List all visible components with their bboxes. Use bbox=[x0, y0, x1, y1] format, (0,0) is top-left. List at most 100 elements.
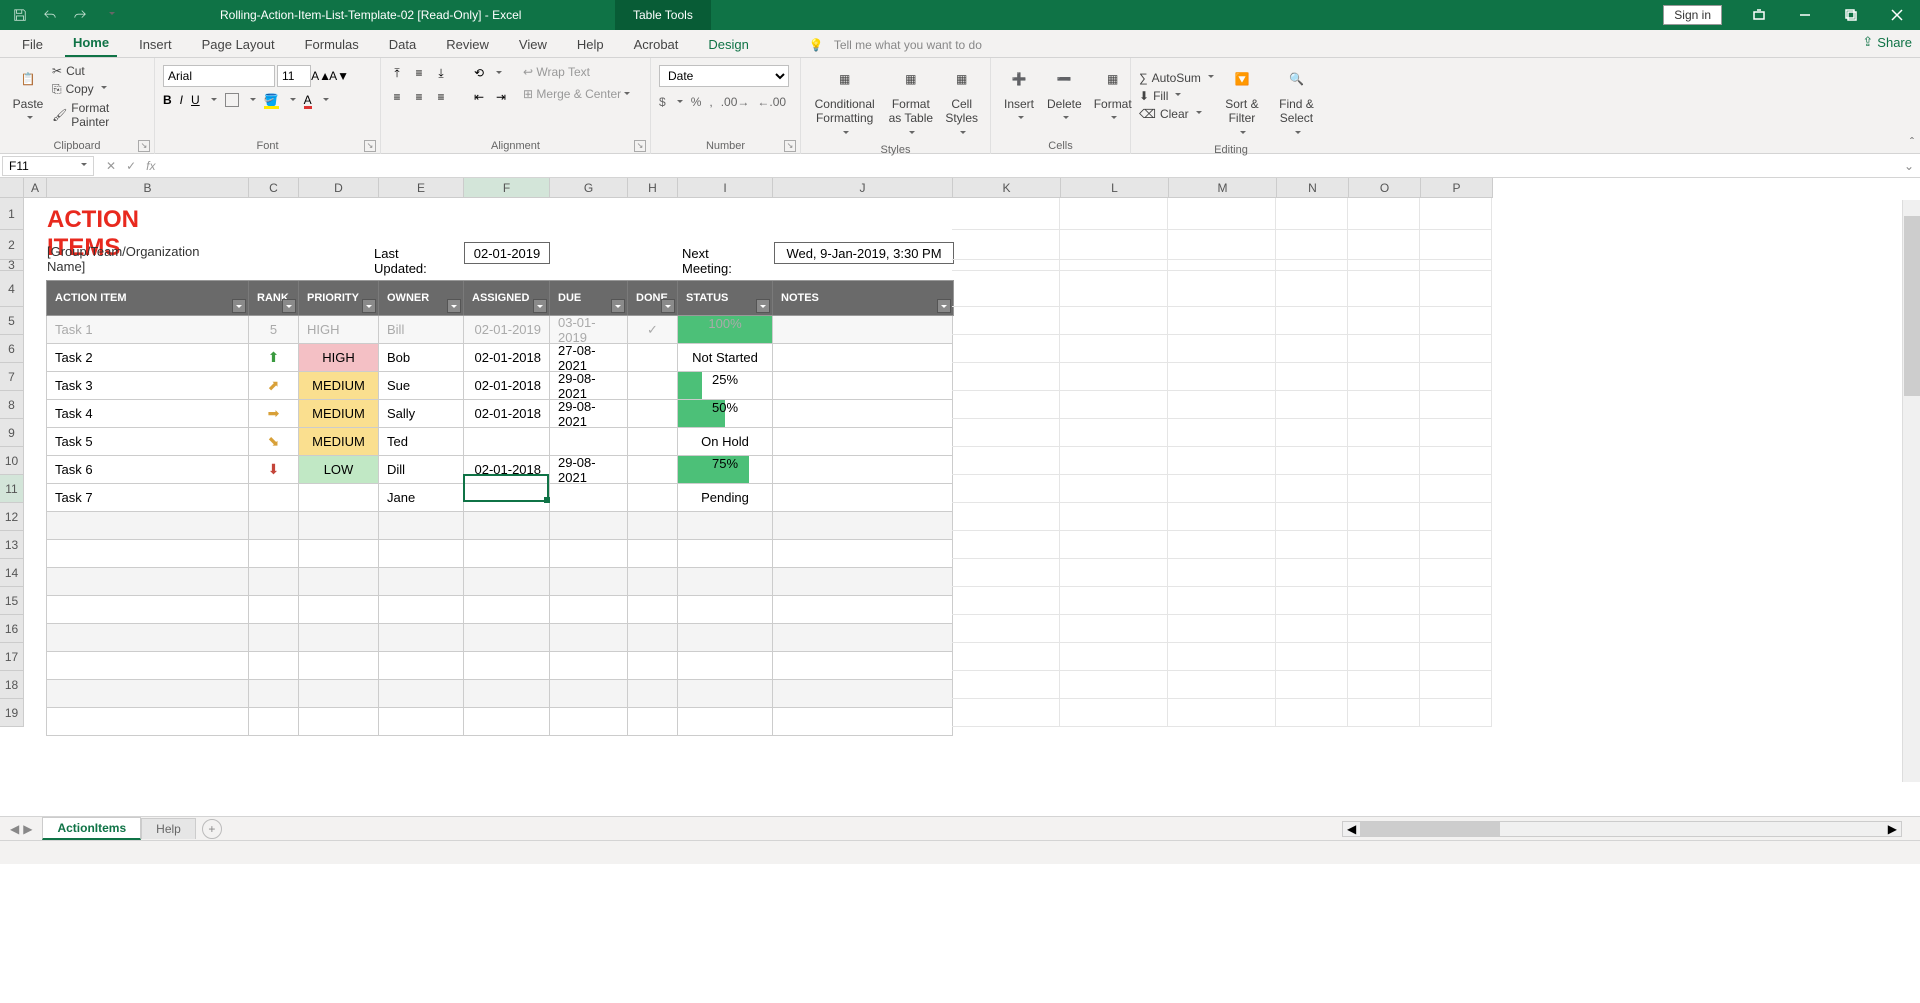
cell-due[interactable]: 27-08-2021 bbox=[550, 344, 628, 371]
table-row[interactable]: Task 4➡MEDIUMSally02-01-201829-08-202150… bbox=[46, 400, 953, 428]
cell-action-item[interactable]: Task 6 bbox=[47, 456, 249, 483]
row-header-4[interactable]: 4 bbox=[0, 271, 24, 307]
table-row-empty[interactable] bbox=[46, 568, 953, 596]
align-top-icon[interactable]: ⤒ bbox=[389, 65, 405, 81]
row-header-14[interactable]: 14 bbox=[0, 559, 24, 587]
find-select-button[interactable]: 🔍Find & Select bbox=[1270, 61, 1323, 142]
tab-file[interactable]: File bbox=[14, 32, 51, 57]
increase-decimal-icon[interactable]: .00→ bbox=[721, 95, 750, 109]
cell-action-item[interactable]: Task 3 bbox=[47, 372, 249, 399]
qat-customize-icon[interactable] bbox=[98, 3, 122, 27]
ribbon-options-icon[interactable] bbox=[1736, 0, 1782, 30]
filter-button-3[interactable] bbox=[447, 299, 461, 313]
collapse-ribbon-icon[interactable]: ˆ bbox=[1910, 135, 1914, 149]
cell-rank[interactable]: ➡ bbox=[249, 400, 299, 427]
cell-owner[interactable]: Dill bbox=[379, 456, 464, 483]
tab-view[interactable]: View bbox=[511, 32, 555, 57]
cell-done[interactable] bbox=[628, 400, 678, 427]
sort-filter-button[interactable]: 🔽Sort & Filter bbox=[1218, 61, 1266, 142]
row-header-13[interactable]: 13 bbox=[0, 531, 24, 559]
comma-format-icon[interactable]: , bbox=[709, 95, 712, 109]
cell-status[interactable]: 25% bbox=[678, 372, 773, 399]
cell-notes[interactable] bbox=[773, 456, 953, 483]
cell-assigned[interactable]: 02-01-2018 bbox=[464, 372, 550, 399]
row-header-18[interactable]: 18 bbox=[0, 671, 24, 699]
filter-button-1[interactable] bbox=[282, 299, 296, 313]
accounting-format-icon[interactable]: $ bbox=[659, 95, 666, 109]
cell-rank[interactable]: ⬊ bbox=[249, 428, 299, 455]
tell-me-search[interactable]: 💡 Tell me what you want to do bbox=[801, 33, 990, 57]
col-header-F[interactable]: F bbox=[464, 178, 550, 198]
tab-insert[interactable]: Insert bbox=[131, 32, 180, 57]
format-cells-button[interactable]: ▦Format bbox=[1090, 61, 1136, 128]
filter-button-7[interactable] bbox=[756, 299, 770, 313]
insert-cells-button[interactable]: ➕Insert bbox=[999, 61, 1039, 128]
align-bottom-icon[interactable]: ⤓ bbox=[433, 65, 449, 81]
table-row[interactable]: Task 3⬈MEDIUMSue02-01-201829-08-202125% bbox=[46, 372, 953, 400]
tab-data[interactable]: Data bbox=[381, 32, 424, 57]
cell-status[interactable]: Not Started bbox=[678, 344, 773, 371]
cell-owner[interactable]: Sally bbox=[379, 400, 464, 427]
col-header-D[interactable]: D bbox=[299, 178, 379, 198]
col-header-K[interactable]: K bbox=[953, 178, 1061, 198]
col-header-G[interactable]: G bbox=[550, 178, 628, 198]
enter-formula-icon[interactable]: ✓ bbox=[126, 159, 136, 173]
wrap-text-button[interactable]: ↩ Wrap Text bbox=[523, 65, 630, 79]
col-header-N[interactable]: N bbox=[1277, 178, 1349, 198]
delete-cells-button[interactable]: ➖Delete bbox=[1043, 61, 1086, 128]
font-size-input[interactable] bbox=[277, 65, 311, 87]
cell-due[interactable]: 29-08-2021 bbox=[550, 456, 628, 483]
cell-done[interactable] bbox=[628, 372, 678, 399]
cell-rank[interactable]: ⬈ bbox=[249, 372, 299, 399]
redo-icon[interactable] bbox=[68, 3, 92, 27]
col-header-M[interactable]: M bbox=[1169, 178, 1277, 198]
cell-notes[interactable] bbox=[773, 428, 953, 455]
cell-notes[interactable] bbox=[773, 400, 953, 427]
cell-due[interactable] bbox=[550, 484, 628, 511]
tab-design[interactable]: Design bbox=[700, 32, 756, 57]
paste-button[interactable]: 📋 Paste bbox=[8, 61, 48, 128]
cell-owner[interactable]: Bill bbox=[379, 316, 464, 343]
row-header-10[interactable]: 10 bbox=[0, 447, 24, 475]
cell-done[interactable] bbox=[628, 484, 678, 511]
copy-button[interactable]: ⎘Copy bbox=[52, 82, 146, 97]
number-format-select[interactable]: Date bbox=[659, 65, 789, 87]
sign-in-button[interactable]: Sign in bbox=[1663, 5, 1722, 25]
maximize-icon[interactable] bbox=[1828, 0, 1874, 30]
conditional-formatting-button[interactable]: ▦Conditional Formatting bbox=[809, 61, 880, 142]
horizontal-scrollbar[interactable]: ◀ ▶ bbox=[1342, 821, 1902, 837]
format-as-table-button[interactable]: ▦Format as Table bbox=[884, 61, 937, 142]
clipboard-launcher-icon[interactable]: ↘ bbox=[138, 140, 150, 152]
cell-rank[interactable]: ⬇ bbox=[249, 456, 299, 483]
cell-due[interactable]: 03-01-2019 bbox=[550, 316, 628, 343]
table-row[interactable]: Task 15HIGHBill02-01-201903-01-2019✓100% bbox=[46, 316, 953, 344]
col-header-J[interactable]: J bbox=[773, 178, 953, 198]
tab-nav-next-icon[interactable]: ▶ bbox=[23, 822, 32, 836]
sheet-tab-help[interactable]: Help bbox=[141, 818, 196, 839]
cell-action-item[interactable]: Task 5 bbox=[47, 428, 249, 455]
cell-rank[interactable]: ⬆ bbox=[249, 344, 299, 371]
font-launcher-icon[interactable]: ↘ bbox=[364, 140, 376, 152]
cell-notes[interactable] bbox=[773, 484, 953, 511]
alignment-launcher-icon[interactable]: ↘ bbox=[634, 140, 646, 152]
row-header-8[interactable]: 8 bbox=[0, 391, 24, 419]
align-middle-icon[interactable]: ≡ bbox=[411, 65, 427, 81]
tab-help[interactable]: Help bbox=[569, 32, 612, 57]
format-painter-button[interactable]: 🖌Format Painter bbox=[52, 101, 146, 129]
cell-status[interactable]: Pending bbox=[678, 484, 773, 511]
merge-center-button[interactable]: ⊞ Merge & Center bbox=[523, 87, 630, 101]
cell-due[interactable]: 29-08-2021 bbox=[550, 400, 628, 427]
table-row-empty[interactable] bbox=[46, 708, 953, 736]
filter-button-8[interactable] bbox=[937, 299, 951, 313]
orientation-icon[interactable]: ⟲ bbox=[471, 65, 487, 81]
cell-priority[interactable]: MEDIUM bbox=[299, 428, 379, 455]
sheet-tab-actionitems[interactable]: ActionItems bbox=[42, 817, 141, 840]
cell-assigned[interactable]: 02-01-2018 bbox=[464, 456, 550, 483]
cell-owner[interactable]: Sue bbox=[379, 372, 464, 399]
cell-action-item[interactable]: Task 1 bbox=[47, 316, 249, 343]
row-header-5[interactable]: 5 bbox=[0, 307, 24, 335]
table-row[interactable]: Task 7JanePending bbox=[46, 484, 953, 512]
cell-assigned[interactable]: 02-01-2018 bbox=[464, 400, 550, 427]
cell-assigned[interactable]: 02-01-2019 bbox=[464, 316, 550, 343]
row-header-6[interactable]: 6 bbox=[0, 335, 24, 363]
